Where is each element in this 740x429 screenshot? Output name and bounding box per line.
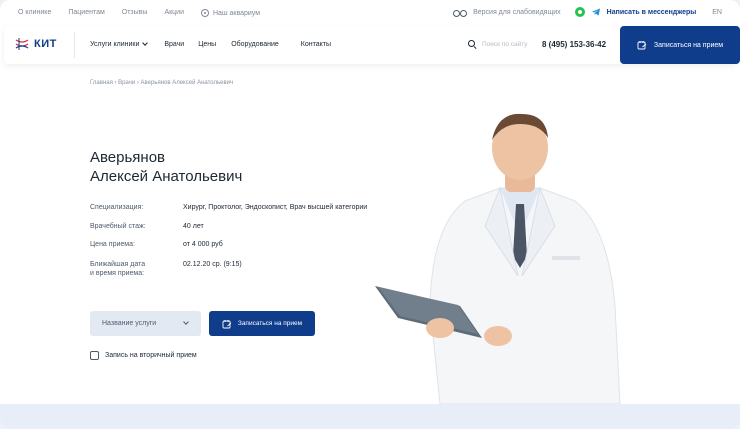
info-label: Цена приема: [90, 241, 135, 248]
top-link-patients[interactable]: Пациентам [68, 9, 104, 17]
accessibility-link[interactable]: Версия для слабовидящих [473, 9, 561, 16]
info-label-line2: и время приема: [90, 270, 145, 277]
messengers-link[interactable]: Написать в мессенджеры [607, 9, 697, 16]
search-field[interactable]: Поиск по сайту [468, 40, 528, 48]
chevron-down-icon [183, 319, 189, 325]
calendar-icon [637, 41, 647, 50]
bottom-section-band [0, 404, 740, 429]
top-link-reviews[interactable]: Отзывы [122, 9, 148, 17]
book-appointment-button[interactable]: Записаться на прием [209, 311, 315, 336]
info-label: Врачебный стаж: [90, 223, 146, 230]
logo[interactable]: КИТ [14, 36, 57, 52]
main-header: КИТ Услуги клиники Врачи Цены Оборудован… [4, 26, 740, 64]
header-book-button[interactable]: Записаться на прием [620, 26, 740, 64]
nav-prices[interactable]: Цены [198, 41, 216, 48]
doctor-photo [375, 113, 621, 404]
nav-contacts[interactable]: Контакты [301, 41, 331, 48]
chevron-down-icon [142, 40, 149, 46]
logo-divider [74, 32, 75, 58]
aquarium-icon [201, 9, 209, 17]
nav-doctors[interactable]: Врачи [164, 41, 184, 48]
logo-mark-icon [15, 38, 29, 50]
info-value: от 4 000 руб [183, 241, 223, 248]
info-value: 02.12.20 ср. (9:15) [183, 261, 242, 268]
page-frame: О клинике Пациентам Отзывы Акции Наш акв… [0, 0, 740, 429]
top-utility-bar: О клинике Пациентам Отзывы Акции Наш акв… [0, 0, 740, 26]
whatsapp-icon[interactable] [574, 7, 585, 17]
book-appointment-label: Записаться на прием [237, 320, 303, 327]
logo-text: КИТ [34, 38, 57, 50]
info-label-line1: Ближайшая дата [90, 261, 146, 268]
glasses-icon [453, 9, 468, 17]
nav-services-label: Услуги клиники [90, 41, 140, 48]
breadcrumb[interactable]: Главная › Врачи › Аверьянов Алексей Анат… [90, 80, 233, 86]
info-label: Ближайшая дата и время приема: [90, 260, 145, 278]
search-icon[interactable] [468, 40, 476, 48]
header-book-label: Записаться на прием [653, 41, 724, 49]
top-link-aquarium[interactable]: Наш аквариум [201, 9, 260, 17]
top-links: О клинике Пациентам Отзывы Акции Наш акв… [18, 9, 260, 17]
top-link-promotions[interactable]: Акции [164, 9, 184, 17]
main-nav: Услуги клиники Врачи Цены Оборудование К… [90, 40, 331, 48]
doctor-first-names: Алексей Анатольевич [90, 168, 243, 185]
service-select-value: Название услуги [102, 320, 157, 327]
clinic-phone[interactable]: 8 (495) 153-36-42 [542, 40, 606, 49]
secondary-visit-label: Запись на вторичный прием [105, 352, 197, 359]
info-value: Хирург, Проктолог, Эндоскопист, Врач выс… [183, 204, 368, 211]
aquarium-label: Наш аквариум [213, 9, 261, 17]
telegram-icon[interactable] [591, 7, 601, 17]
language-switch[interactable]: EN [712, 9, 722, 16]
nav-equipment[interactable]: Оборудование [231, 41, 279, 48]
top-right-actions: Версия для слабовидящих Написать в мессе… [453, 7, 722, 17]
doctor-name: Аверьянов Алексей Анатольевич [90, 148, 242, 186]
nav-services[interactable]: Услуги клиники [90, 40, 149, 48]
top-link-about[interactable]: О клинике [18, 9, 51, 17]
service-select[interactable]: Название услуги [90, 311, 201, 336]
secondary-visit-checkbox[interactable] [90, 351, 99, 360]
info-label: Специализация: [90, 204, 144, 211]
info-value: 40 лет [183, 223, 204, 230]
doctor-last-name: Аверьянов [90, 149, 166, 166]
secondary-visit-option[interactable]: Запись на вторичный прием [90, 351, 197, 360]
search-placeholder: Поиск по сайту [482, 40, 528, 48]
calendar-icon [222, 319, 232, 328]
